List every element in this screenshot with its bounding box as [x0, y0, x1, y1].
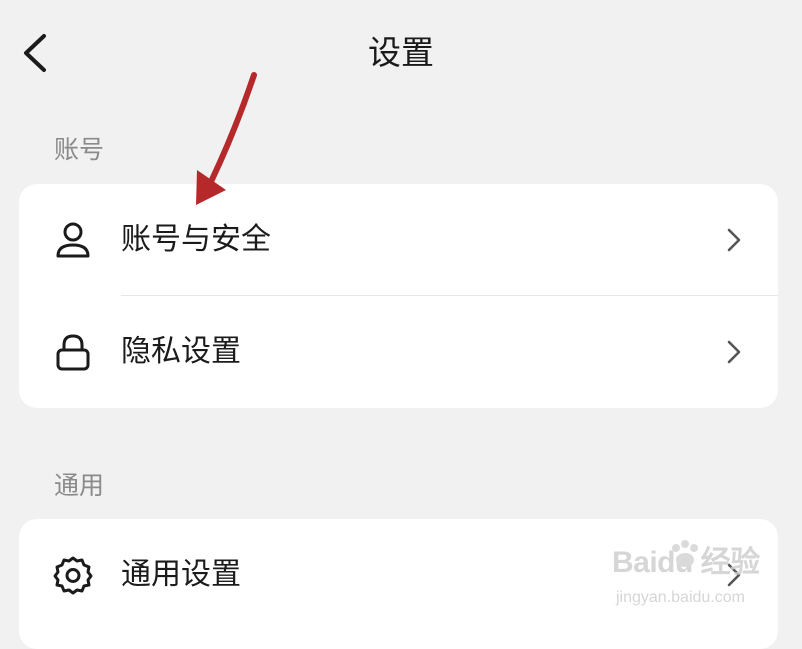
row-account-security[interactable]: 账号与安全 [19, 184, 778, 296]
chevron-right-icon [724, 226, 744, 254]
gear-icon [53, 555, 93, 595]
row-privacy-settings[interactable]: 隐私设置 [19, 296, 778, 408]
watermark-url: jingyan.baidu.com [616, 589, 745, 606]
row-label-general-settings: 通用设置 [121, 557, 241, 592]
row-label-privacy-settings: 隐私设置 [121, 334, 241, 369]
chevron-right-icon [724, 338, 744, 366]
header-bar: 设置 [0, 0, 802, 105]
account-settings-card: 账号与安全 隐私设置 [19, 184, 778, 408]
page-title: 设置 [368, 33, 434, 72]
section-label-general: 通用 [54, 471, 105, 500]
person-icon [53, 220, 93, 260]
row-label-account-security: 账号与安全 [121, 222, 271, 257]
baidu-watermark: Baidu 经验 jingyan.baidu.com [612, 540, 772, 620]
lock-icon [53, 332, 93, 372]
section-label-account: 账号 [54, 135, 105, 164]
paw-icon [668, 540, 702, 574]
